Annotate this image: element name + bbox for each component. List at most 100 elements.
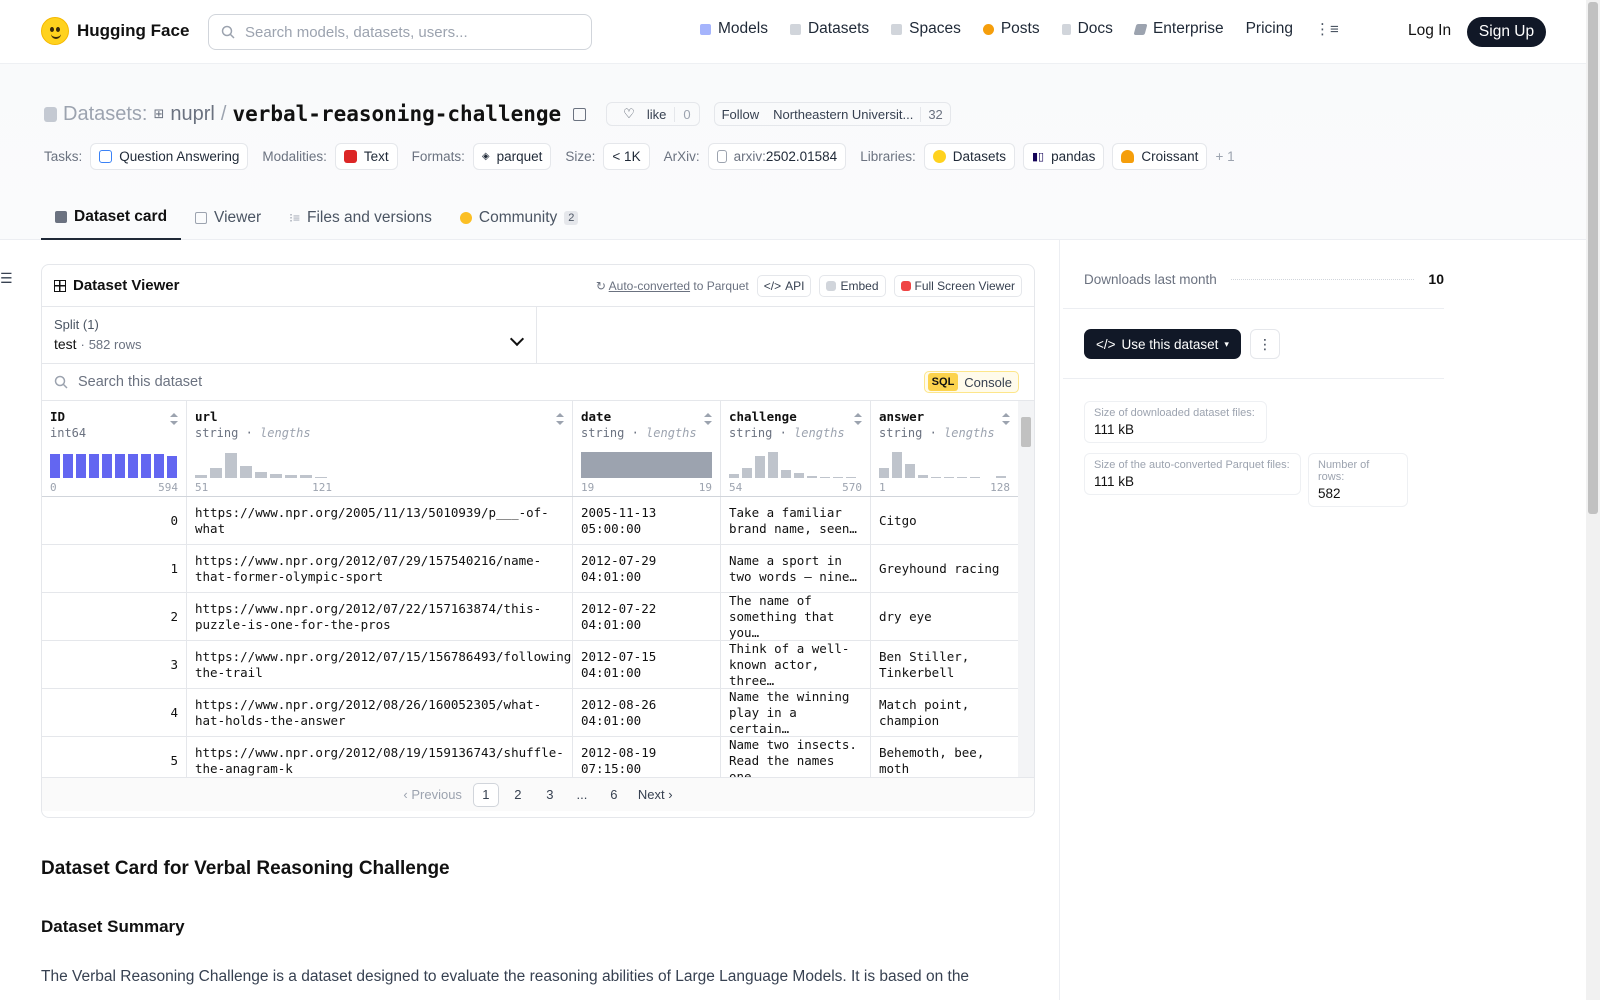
- page-1-button[interactable]: 1: [472, 782, 499, 807]
- sort-icon[interactable]: [170, 413, 178, 425]
- sort-icon[interactable]: [1002, 413, 1010, 425]
- more-menu-icon[interactable]: ⋮≡: [1315, 20, 1339, 38]
- brand-logo[interactable]: Hugging Face: [41, 17, 189, 45]
- more-libraries[interactable]: + 1: [1215, 149, 1234, 164]
- question-answering-icon: [99, 150, 113, 163]
- api-button[interactable]: </> API: [756, 274, 812, 297]
- previous-page-button[interactable]: ‹ Previous: [398, 783, 467, 807]
- range-max: 570: [842, 481, 862, 494]
- column-header-answer[interactable]: answer string · lengths 1 128: [871, 401, 1019, 496]
- tag-lib-datasets[interactable]: Datasets: [923, 143, 1015, 170]
- more-options-icon[interactable]: ⋮: [1250, 329, 1280, 359]
- card-paragraph: The Verbal Reasoning Challenge is a data…: [41, 968, 970, 985]
- dataset-name[interactable]: verbal-reasoning-challenge: [232, 102, 561, 126]
- cell-answer: Behemoth, bee, moth: [871, 737, 1019, 777]
- page-2-button[interactable]: 2: [505, 783, 531, 807]
- table-row[interactable]: 2 https://www.npr.org/2012/07/22/1571638…: [42, 593, 1034, 641]
- tag-arxiv[interactable]: arxiv: 2502.01584: [707, 143, 847, 170]
- sql-console-button[interactable]: SQL Console: [923, 371, 1019, 393]
- enterprise-icon: [1133, 23, 1148, 35]
- global-search-input[interactable]: [245, 23, 575, 41]
- full-screen-label: Full Screen Viewer: [914, 278, 1016, 293]
- tab-community[interactable]: Community 2: [446, 196, 593, 240]
- dataset-search-input[interactable]: [78, 374, 778, 390]
- tab-viewer[interactable]: Viewer: [181, 196, 275, 240]
- page-scrollbar-thumb[interactable]: [1588, 2, 1598, 514]
- cell-answer: Match point, champion: [871, 689, 1019, 736]
- rows-box: Number of rows: 582: [1308, 453, 1408, 507]
- column-subtype: lengths: [944, 426, 995, 440]
- tag-format[interactable]: ◈ parquet: [472, 143, 552, 170]
- table-row[interactable]: 5 https://www.npr.org/2012/08/19/1591367…: [42, 737, 1034, 777]
- tab-dataset-card[interactable]: Dataset card: [41, 196, 182, 240]
- cell-url: https://www.npr.org/2012/08/19/159136743…: [187, 737, 573, 777]
- follow-button[interactable]: Follow Northeastern Universit... 32: [713, 102, 951, 126]
- table-row[interactable]: 0 https://www.npr.org/2005/11/13/5010939…: [42, 497, 1034, 545]
- nav-spaces[interactable]: Spaces: [891, 20, 961, 38]
- sort-icon[interactable]: [556, 413, 564, 425]
- download-size-box: Size of downloaded dataset files: 111 kB: [1084, 401, 1267, 443]
- org-name: Northeastern Universit...: [773, 106, 914, 122]
- toc-toggle-icon[interactable]: ☰: [0, 270, 13, 287]
- nav-enterprise[interactable]: Enterprise: [1133, 20, 1224, 38]
- auto-converted-note: ↻ Auto-converted to Parquet: [596, 279, 749, 293]
- split-rows: 582 rows: [88, 337, 142, 352]
- models-icon: [700, 23, 711, 35]
- table-scrollbar[interactable]: [1018, 401, 1034, 777]
- sql-badge: SQL: [927, 373, 959, 391]
- global-search[interactable]: [208, 14, 592, 50]
- tag-task[interactable]: Question Answering: [90, 143, 249, 170]
- tasks-label: Tasks:: [44, 149, 83, 164]
- embed-button[interactable]: Embed: [819, 274, 886, 297]
- table-row[interactable]: 1 https://www.npr.org/2012/07/29/1575402…: [42, 545, 1034, 593]
- cell-date: 2012-07-29 04:01:00: [573, 545, 721, 592]
- nav-pricing[interactable]: Pricing: [1246, 20, 1293, 38]
- scrollbar-thumb[interactable]: [1021, 417, 1031, 447]
- column-header-id[interactable]: ID int64 0 594: [42, 401, 187, 496]
- auto-converted-link[interactable]: Auto-converted: [609, 279, 690, 293]
- sort-icon[interactable]: [854, 413, 862, 425]
- dataset-tabs: Dataset card Viewer ⁝≡ Files and versions…: [41, 196, 592, 240]
- full-screen-button[interactable]: Full Screen Viewer: [893, 274, 1022, 297]
- downloads-label: Downloads last month: [1084, 271, 1217, 287]
- column-header-date[interactable]: date string · lengths 19 19: [573, 401, 721, 496]
- page-6-button[interactable]: 6: [601, 783, 627, 807]
- copy-icon[interactable]: [573, 107, 587, 121]
- like-button[interactable]: ♡ like 0: [606, 102, 700, 126]
- card-subheading: Dataset Summary: [41, 917, 185, 936]
- next-page-button[interactable]: Next ›: [633, 783, 678, 807]
- tag-lib-croissant[interactable]: Croissant: [1112, 143, 1208, 170]
- breadcrumb-datasets[interactable]: Datasets:: [63, 103, 147, 126]
- signup-button[interactable]: Sign Up: [1467, 17, 1546, 47]
- cell-url: https://www.npr.org/2012/07/29/157540216…: [187, 545, 573, 592]
- nav-datasets[interactable]: Datasets: [789, 20, 869, 38]
- spaces-icon: [891, 23, 903, 35]
- nav-posts[interactable]: Posts: [982, 20, 1040, 38]
- viewer-title-text: Dataset Viewer: [73, 277, 180, 294]
- viewer-actions: ↻ Auto-converted to Parquet </> API Embed…: [596, 274, 1022, 297]
- page-scrollbar[interactable]: [1586, 0, 1600, 1000]
- range-max: 121: [312, 481, 332, 494]
- nav-docs[interactable]: Docs: [1061, 20, 1113, 38]
- tab-files[interactable]: ⁝≡ Files and versions: [275, 196, 446, 240]
- column-header-challenge[interactable]: challenge string · lengths 54 570: [721, 401, 871, 496]
- table-row[interactable]: 4 https://www.npr.org/2012/08/26/1600523…: [42, 689, 1034, 737]
- column-name: challenge: [729, 409, 797, 424]
- split-select[interactable]: Split (1) test · 582 rows: [42, 307, 537, 363]
- sidebar-divider: [1063, 308, 1444, 309]
- login-link[interactable]: Log In: [1408, 22, 1451, 40]
- dataset-search[interactable]: SQL Console: [42, 364, 1034, 401]
- column-header-url[interactable]: url string · lengths 51 121: [187, 401, 573, 496]
- table-row[interactable]: 3 https://www.npr.org/2012/07/15/1567864…: [42, 641, 1034, 689]
- breadcrumb-owner[interactable]: nuprl: [170, 103, 214, 126]
- sidebar-divider: [1063, 378, 1444, 379]
- tag-lib-pandas[interactable]: ▮▯ pandas: [1023, 143, 1105, 170]
- tag-size[interactable]: < 1K: [603, 143, 650, 170]
- sort-icon[interactable]: [704, 413, 712, 425]
- nav-models[interactable]: Models: [700, 20, 768, 38]
- use-dataset-button[interactable]: </> Use this dataset ▾: [1084, 329, 1241, 359]
- page-3-button[interactable]: 3: [537, 783, 563, 807]
- tag-modality[interactable]: Text: [334, 143, 398, 170]
- data-table: ID int64 0 594 url string · lengths 51 121…: [42, 401, 1034, 777]
- next-label: Next: [637, 787, 665, 802]
